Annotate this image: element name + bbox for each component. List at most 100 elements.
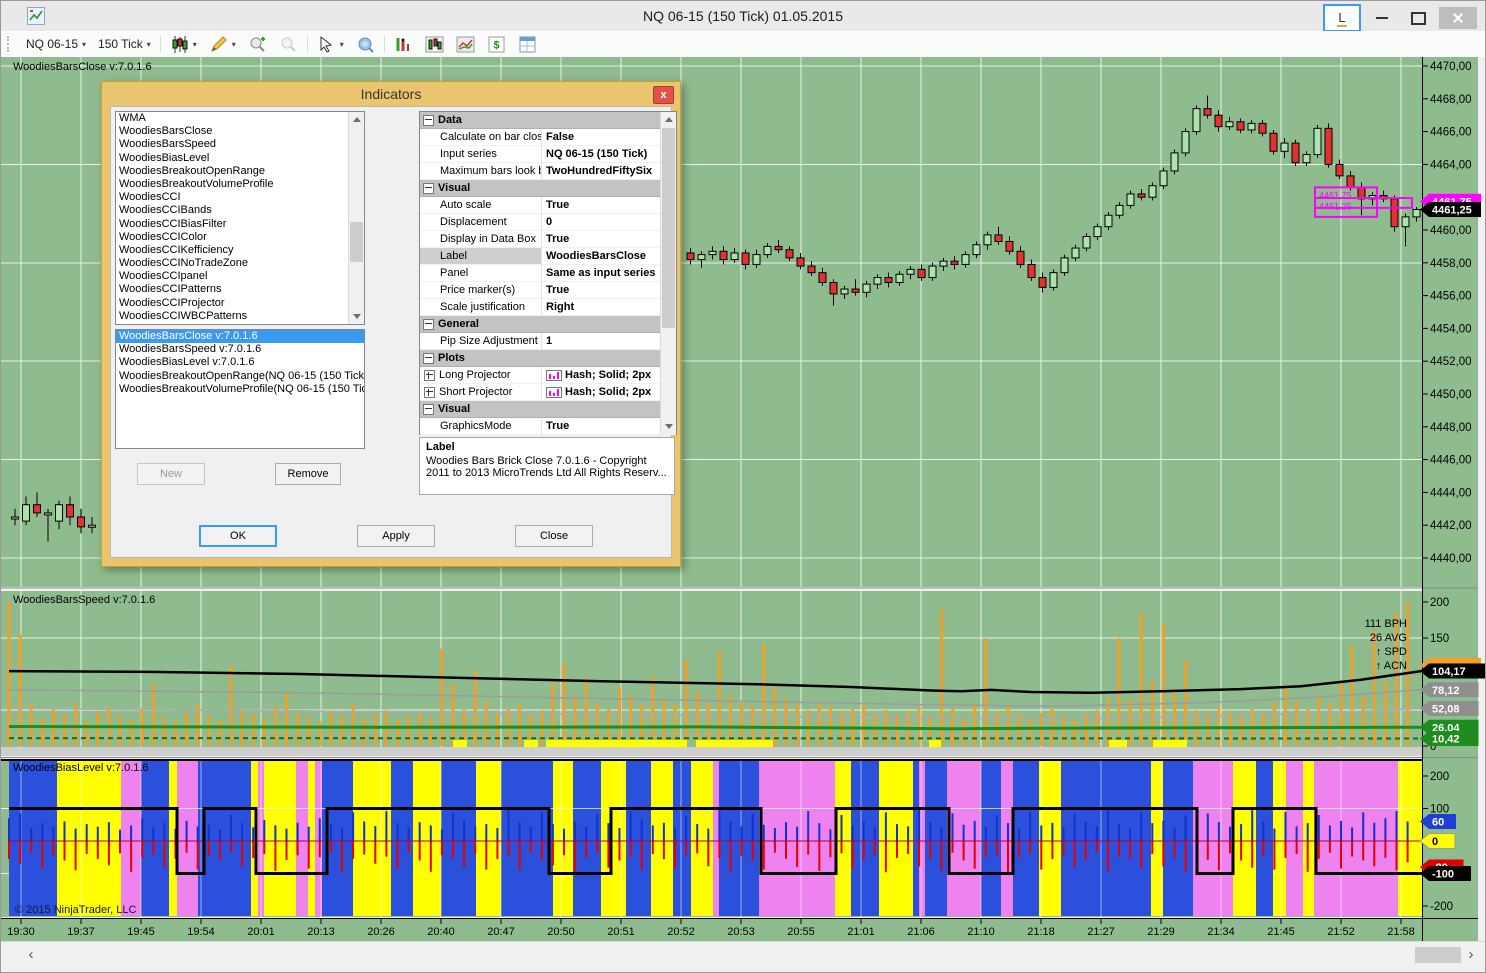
available-indicators-list[interactable]: WMAWoodiesBarsCloseWoodiesBarsSpeedWoodi…: [115, 111, 365, 325]
expand-icon[interactable]: [424, 370, 435, 381]
list-item[interactable]: WoodiesBreakoutVolumeProfile(NQ 06-15 (1…: [116, 383, 364, 396]
collapse-icon[interactable]: [423, 404, 434, 415]
collapse-icon[interactable]: [423, 353, 434, 364]
property-row[interactable]: LabelWoodiesBarsClose: [420, 248, 676, 265]
chart-trader-button[interactable]: [512, 33, 543, 55]
property-row[interactable]: Auto scaleTrue: [420, 197, 676, 214]
property-row[interactable]: Pip Size Adjustment1: [420, 333, 676, 350]
toolbar-grip[interactable]: [7, 36, 14, 52]
collapse-icon[interactable]: [423, 183, 434, 194]
property-row[interactable]: GraphicsModeTrue: [420, 418, 676, 435]
property-value[interactable]: True: [546, 420, 569, 432]
list-item[interactable]: WoodiesBiasLevel: [116, 152, 364, 165]
dialog-close-button[interactable]: x: [653, 86, 674, 104]
property-row[interactable]: Input seriesNQ 06-15 (150 Tick): [420, 146, 676, 163]
zoom-in-button[interactable]: [242, 33, 273, 55]
drawing-tools-button[interactable]: ▾: [203, 33, 242, 55]
indicators-button[interactable]: [388, 33, 419, 55]
list-item[interactable]: WoodiesCCIBands: [116, 204, 364, 217]
link-button[interactable]: L: [1323, 4, 1361, 32]
list-item[interactable]: WoodiesCCINoTradeZone: [116, 257, 364, 270]
scroll-right-arrow[interactable]: ›: [1463, 946, 1479, 963]
property-value[interactable]: Hash; Solid; 2px: [565, 386, 651, 398]
property-value[interactable]: False: [546, 131, 574, 143]
scroll-up-arrow[interactable]: [661, 112, 676, 127]
list-item[interactable]: WoodiesCCIWBCPatterns: [116, 310, 364, 323]
instrument-selector[interactable]: NQ 06-15▾: [20, 33, 92, 55]
property-row[interactable]: Short ProjectorHash; Solid; 2px: [420, 384, 676, 401]
list-item[interactable]: WMA: [116, 112, 364, 125]
list-item[interactable]: WoodiesCCIBiasFilter: [116, 218, 364, 231]
chart-style-button[interactable]: ▾: [164, 33, 203, 55]
property-value[interactable]: 0: [546, 216, 552, 228]
list-scrollbar[interactable]: [348, 112, 364, 324]
property-value[interactable]: True: [546, 284, 569, 296]
data-box-button[interactable]: [350, 33, 381, 55]
property-value[interactable]: 1: [546, 335, 552, 347]
list-item[interactable]: WoodiesBreakoutOpenRange: [116, 165, 364, 178]
property-category[interactable]: Data: [420, 112, 676, 129]
apply-button[interactable]: Apply: [357, 525, 435, 547]
expand-icon[interactable]: [424, 387, 435, 398]
property-value[interactable]: TwoHundredFiftySix: [546, 165, 652, 177]
grid-scrollbar[interactable]: [660, 112, 676, 434]
list-item[interactable]: WoodiesCCIpanel: [116, 270, 364, 283]
scrollbar-thumb[interactable]: [1415, 947, 1461, 963]
list-item[interactable]: WoodiesCCIKefficiency: [116, 244, 364, 257]
account-button[interactable]: $: [481, 33, 512, 55]
list-item[interactable]: WoodiesBreakoutVolumeProfile: [116, 178, 364, 191]
list-item[interactable]: WoodiesBreakoutOpenRange(NQ 06-15 (150 T…: [116, 370, 364, 383]
property-value[interactable]: WoodiesBarsClose: [546, 250, 646, 262]
zoom-out-button[interactable]: [273, 33, 304, 55]
collapse-icon[interactable]: [423, 115, 434, 126]
property-row[interactable]: Maximum bars look bTwoHundredFiftySix: [420, 163, 676, 180]
property-row[interactable]: PanelSame as input series: [420, 265, 676, 282]
interval-selector[interactable]: 150 Tick▾: [92, 33, 157, 55]
configured-indicators-list[interactable]: WoodiesBarsClose v:7.0.1.6WoodiesBarsSpe…: [115, 329, 365, 449]
new-button[interactable]: New: [137, 463, 205, 485]
property-row[interactable]: Long ProjectorHash; Solid; 2px: [420, 367, 676, 384]
list-item[interactable]: WoodiesCCIColor: [116, 231, 364, 244]
horizontal-scrollbar[interactable]: ‹ ›: [1, 941, 1486, 968]
property-row[interactable]: Price marker(s)True: [420, 282, 676, 299]
list-item[interactable]: WoodiesBarsSpeed: [116, 138, 364, 151]
property-category[interactable]: Visual: [420, 401, 676, 418]
property-value[interactable]: True: [546, 199, 569, 211]
remove-button[interactable]: Remove: [275, 463, 341, 485]
bar-analysis-button[interactable]: [419, 33, 450, 55]
minimize-button[interactable]: [1367, 8, 1397, 28]
property-row[interactable]: Display in Data BoxTrue: [420, 231, 676, 248]
property-value[interactable]: NQ 06-15 (150 Tick): [546, 148, 647, 160]
close-dialog-button[interactable]: Close: [515, 525, 593, 547]
scroll-down-arrow[interactable]: [661, 419, 676, 434]
ok-button[interactable]: OK: [199, 525, 277, 547]
list-item[interactable]: WoodiesCCIProjector: [116, 297, 364, 310]
close-button[interactable]: [1439, 7, 1477, 29]
list-item[interactable]: WoodiesBarsClose v:7.0.1.6: [116, 330, 364, 343]
property-category[interactable]: Plots: [420, 350, 676, 367]
scroll-down-arrow[interactable]: [349, 309, 364, 324]
property-grid[interactable]: DataCalculate on bar closFalseInput seri…: [419, 111, 677, 435]
scroll-up-arrow[interactable]: [349, 112, 364, 127]
property-row[interactable]: Calculate on bar closFalse: [420, 129, 676, 146]
cursor-button[interactable]: ▾: [311, 33, 350, 55]
property-category[interactable]: Visual: [420, 180, 676, 197]
property-row[interactable]: Scale justificationRight: [420, 299, 676, 316]
list-item[interactable]: WoodiesBarsSpeed v:7.0.1.6: [116, 343, 364, 356]
scrollbar-thumb[interactable]: [350, 222, 363, 262]
property-value[interactable]: True: [546, 233, 569, 245]
property-category[interactable]: General: [420, 316, 676, 333]
list-item[interactable]: WoodiesBarsClose: [116, 125, 364, 138]
list-item[interactable]: WoodiesCCI: [116, 191, 364, 204]
collapse-icon[interactable]: [423, 319, 434, 330]
property-value[interactable]: Hash; Solid; 2px: [565, 369, 651, 381]
property-value[interactable]: Same as input series: [546, 267, 655, 279]
list-item[interactable]: WoodiesBiasLevel v:7.0.1.6: [116, 356, 364, 369]
property-value[interactable]: Right: [546, 301, 574, 313]
scrollbar-thumb[interactable]: [662, 128, 675, 328]
maximize-button[interactable]: [1403, 8, 1433, 28]
property-row[interactable]: Displacement0: [420, 214, 676, 231]
scroll-left-arrow[interactable]: ‹: [23, 946, 39, 963]
list-item[interactable]: WoodiesCCIPatterns: [116, 283, 364, 296]
chart-analyzer-button[interactable]: [450, 33, 481, 55]
